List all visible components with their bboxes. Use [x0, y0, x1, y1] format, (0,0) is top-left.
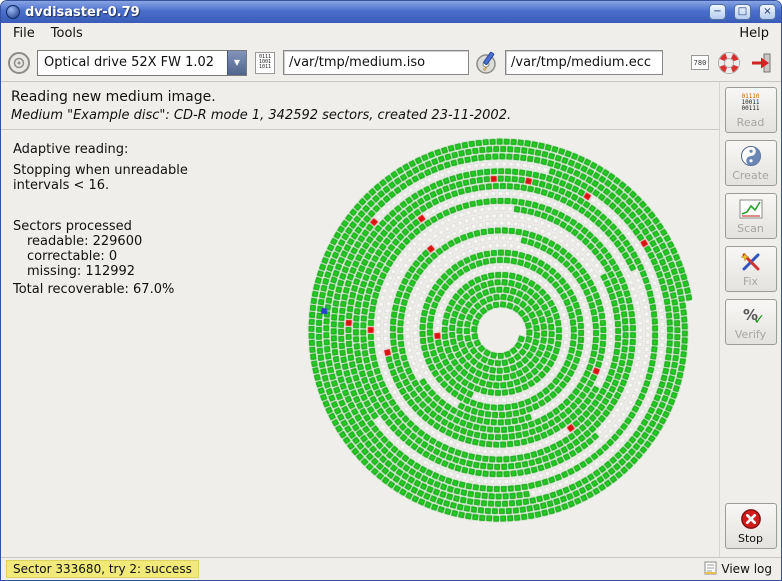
create-icon [740, 145, 762, 167]
sectors-readable: readable: 229600 [13, 234, 188, 249]
status-heading-line1: Reading new medium image. [11, 88, 709, 107]
fix-button[interactable]: Fix [725, 246, 777, 292]
window-title: dvdisaster-0.79 [25, 5, 701, 20]
fix-icon [740, 251, 762, 273]
verify-button[interactable]: % ✓ Verify [725, 299, 777, 345]
adaptive-reading-line1: Stopping when unreadable [13, 163, 188, 178]
menu-tools[interactable]: Tools [43, 25, 91, 42]
chevron-down-icon[interactable]: ▼ [227, 51, 246, 75]
sectors-processed-title: Sectors processed [13, 219, 188, 234]
app-window: dvdisaster-0.79 − □ × File Tools Help Op… [0, 0, 782, 581]
drive-icon[interactable] [7, 51, 31, 75]
help-lifebuoy-icon[interactable] [717, 51, 741, 75]
read-button[interactable]: 01110 10011 00111 Read [725, 87, 777, 133]
app-icon[interactable] [6, 5, 20, 19]
close-button[interactable]: × [759, 4, 776, 20]
sectors-correctable: correctable: 0 [13, 249, 188, 264]
scan-button[interactable]: Scan [725, 193, 777, 239]
action-sidebar: 01110 10011 00111 Read Create [719, 82, 781, 557]
sectors-missing: missing: 112992 [13, 264, 188, 279]
ecc-file-icon [475, 51, 499, 75]
status-heading-line2: Medium "Example disc": CD-R mode 1, 3425… [11, 107, 709, 125]
status-heading: Reading new medium image. Medium "Exampl… [1, 82, 719, 130]
menu-file[interactable]: File [5, 25, 43, 42]
minimize-button[interactable]: − [709, 4, 726, 20]
maximize-button[interactable]: □ [734, 4, 751, 20]
adaptive-reading-title: Adaptive reading: [13, 142, 188, 157]
view-log-label: View log [721, 562, 772, 576]
total-recoverable: Total recoverable: 67.0% [13, 282, 188, 297]
adaptive-reading-line2: intervals < 16. [13, 178, 188, 193]
drive-select-value: Optical drive 52X FW 1.02 [38, 51, 227, 75]
menu-bar: File Tools Help [1, 23, 781, 44]
log-icon [704, 561, 717, 578]
ecc-file-input[interactable] [505, 50, 663, 75]
reading-panel: Adaptive reading: Stopping when unreadab… [1, 130, 719, 557]
status-message: Sector 333680, try 2: success [6, 560, 199, 578]
title-bar[interactable]: dvdisaster-0.79 − □ × [1, 1, 781, 23]
menu-help[interactable]: Help [731, 25, 777, 42]
preferences-icon[interactable]: 780 [691, 55, 709, 70]
create-button[interactable]: Create [725, 140, 777, 186]
image-file-icon: 0111 1001 1011 [253, 51, 277, 75]
scan-icon [739, 198, 763, 220]
image-file-input[interactable] [283, 50, 469, 75]
quit-icon[interactable] [749, 51, 773, 75]
drive-select[interactable]: Optical drive 52X FW 1.02 ▼ [37, 50, 247, 76]
stop-icon [739, 508, 763, 530]
stop-button[interactable]: Stop [725, 503, 777, 549]
read-icon: 01110 10011 00111 [741, 92, 759, 114]
view-log-button[interactable]: View log [704, 561, 776, 578]
toolbar: Optical drive 52X FW 1.02 ▼ 0111 1001 10… [1, 44, 781, 82]
reading-stats: Adaptive reading: Stopping when unreadab… [13, 142, 188, 297]
status-bar: Sector 333680, try 2: success View log [1, 557, 781, 580]
verify-icon: % ✓ [743, 304, 758, 326]
